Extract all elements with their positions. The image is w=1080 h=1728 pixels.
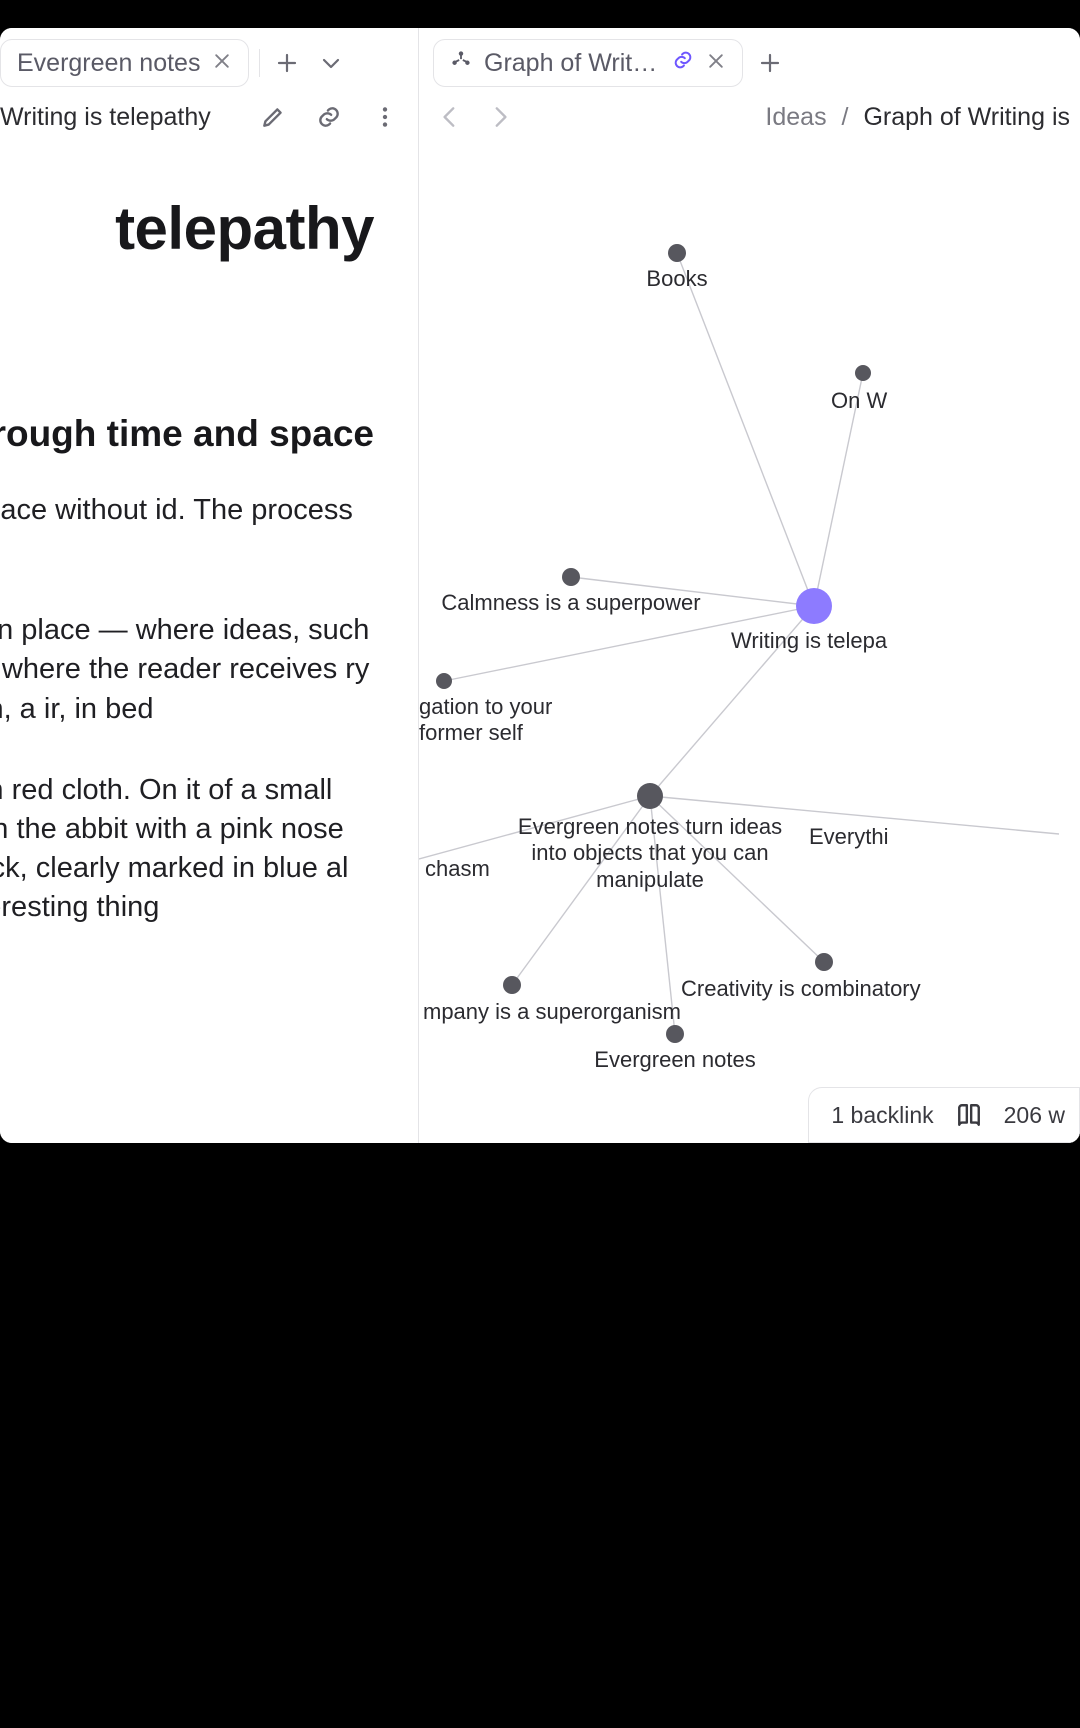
note-paragraph: e, a transmission place — where ideas, s…: [0, 611, 374, 728]
graph-label-on-writing: On W: [831, 388, 887, 414]
note-content: telepathy through time and space ugh tim…: [0, 144, 374, 969]
graph-node-books[interactable]: [668, 244, 686, 262]
left-pane: Evergreen notes Writing is telepathy: [0, 28, 419, 1143]
graph-node-creativity[interactable]: [815, 953, 833, 971]
breadcrumb-sep: /: [842, 103, 849, 131]
graph-node-evergreen-notes[interactable]: [666, 1025, 684, 1043]
new-tab-button[interactable]: [753, 46, 787, 80]
breadcrumb-page: Graph of Writing is: [863, 103, 1070, 131]
graph-label-chasm: chasm: [425, 856, 490, 882]
tab-title: Graph of Writing is t: [484, 49, 660, 78]
note-breadcrumb[interactable]: Writing is telepathy: [0, 103, 211, 132]
close-icon[interactable]: [706, 51, 726, 76]
right-nav: Ideas / Graph of Writing is: [419, 90, 1080, 144]
edit-icon[interactable]: [256, 100, 290, 134]
graph-node-evergreen-ideas[interactable]: [637, 783, 663, 809]
tab-graph-writing[interactable]: Graph of Writing is t: [433, 39, 743, 87]
pinned-link-icon: [672, 49, 694, 78]
note-paragraph: ugh time and space without id. The proce…: [0, 491, 374, 569]
graph-label-creativity: Creativity is combinatory: [681, 976, 921, 1002]
left-subbar: Writing is telepathy: [0, 90, 418, 144]
note-paragraph: ble covered with red cloth. On it of a s…: [0, 771, 374, 928]
note-title: telepathy: [0, 194, 374, 263]
graph-icon: [450, 49, 472, 78]
left-tabbar: Evergreen notes: [0, 28, 418, 90]
backlinks-count[interactable]: 1 backlink: [831, 1102, 933, 1129]
graph-node-obligation[interactable]: [436, 673, 452, 689]
book-icon: [956, 1102, 982, 1128]
graph-node-on-writing[interactable]: [855, 365, 871, 381]
graph-label-writing: Writing is telepa: [731, 628, 887, 654]
graph-node-writing-telepathy[interactable]: [796, 588, 832, 624]
new-tab-button[interactable]: [270, 46, 304, 80]
graph-footer: 1 backlink 206 w: [808, 1087, 1080, 1143]
graph-label-evergreen-ideas: Evergreen notes turn ideas into objects …: [510, 814, 790, 893]
right-tabbar: Graph of Writing is t: [419, 28, 1080, 90]
breadcrumb[interactable]: Ideas / Graph of Writing is: [765, 103, 1070, 132]
graph-node-company[interactable]: [503, 976, 521, 994]
tab-evergreen-notes[interactable]: Evergreen notes: [0, 39, 249, 87]
graph-label-everything: Everythi: [809, 824, 888, 850]
close-icon[interactable]: [212, 51, 232, 76]
app-window: Evergreen notes Writing is telepathy: [0, 28, 1080, 1143]
nav-forward-icon[interactable]: [483, 100, 517, 134]
graph-label-company: mpany is a superorganism: [423, 999, 681, 1025]
graph-label-books: Books: [646, 266, 707, 292]
tab-menu-chevron-down-icon[interactable]: [314, 46, 348, 80]
right-pane: Graph of Writing is t Ideas /: [419, 28, 1080, 1143]
more-vertical-icon[interactable]: [368, 100, 402, 134]
graph-label-obligation: gation to your former self: [419, 694, 599, 747]
note-heading: through time and space: [0, 413, 374, 455]
graph-label-calmness: Calmness is a superpower: [441, 590, 700, 616]
graph-label-evergreen-notes: Evergreen notes: [594, 1047, 755, 1073]
breadcrumb-root: Ideas: [765, 103, 826, 131]
graph-canvas[interactable]: Books On W Calmness is a superpower Writ…: [419, 144, 1080, 1143]
word-count: 206 w: [1004, 1102, 1065, 1129]
nav-back-icon[interactable]: [433, 100, 467, 134]
graph-node-calmness[interactable]: [562, 568, 580, 586]
tab-divider: [259, 49, 260, 77]
link-icon[interactable]: [312, 100, 346, 134]
note-viewport[interactable]: telepathy through time and space ugh tim…: [0, 144, 418, 1143]
tab-title: Evergreen notes: [17, 49, 200, 78]
